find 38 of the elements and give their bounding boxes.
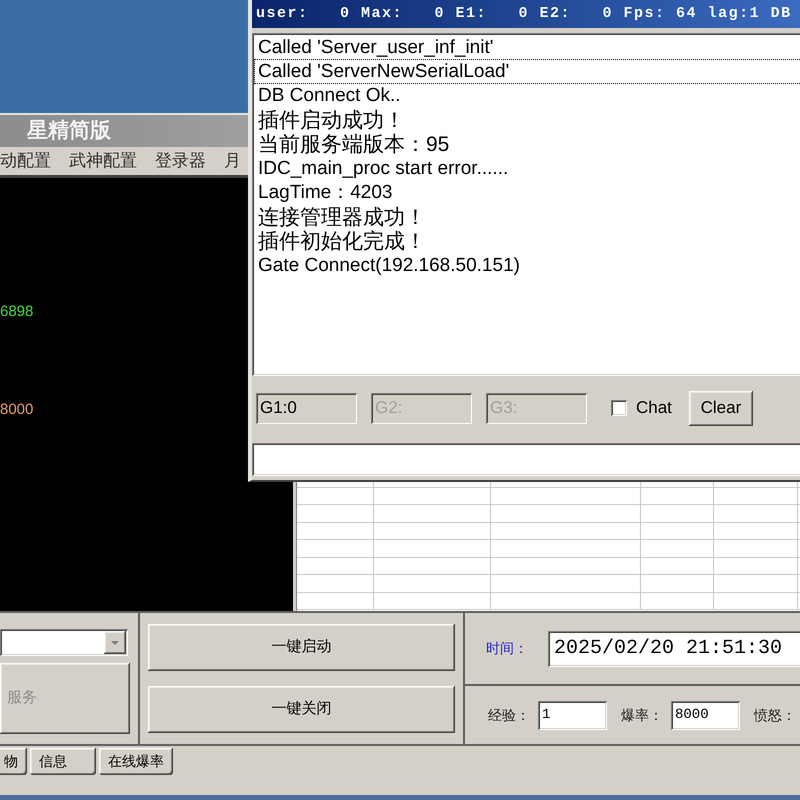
caret-icon (111, 640, 119, 644)
status-text: user: 0 Max: 0 E1: 0 E2: 0 Fps: 64 lag:1 DB (256, 4, 792, 24)
log-entry[interactable]: 当前服务端版本：95 (254, 132, 800, 156)
log-entry[interactable]: 连接管理器成功！ (254, 205, 800, 230)
tab[interactable]: 信息 (30, 748, 96, 775)
log-entry[interactable]: DB Connect Ok.. (254, 84, 800, 108)
log-entry[interactable]: Called 'ServerNewSerialLoad' (254, 59, 800, 84)
console-line: 8000 (0, 401, 34, 419)
chat-checkbox[interactable] (611, 400, 627, 416)
log-entry[interactable]: Called 'Server_user_inf_init' (254, 35, 800, 60)
log-entry[interactable]: 插件初始化完成！ (254, 229, 800, 254)
menu-item[interactable]: 登录器 (155, 148, 206, 174)
rate-label: 愤怒： (754, 706, 796, 724)
tab[interactable]: 在线爆率 (99, 748, 173, 775)
console-line: 6898 (0, 303, 34, 321)
dropdown-field[interactable] (0, 629, 128, 656)
rate-label: 爆率： (621, 706, 663, 724)
window-title: 星精简版 (26, 118, 111, 144)
tab[interactable]: 物 (0, 748, 27, 775)
time-field[interactable]: 2025/02/20 21:51:30 (548, 630, 800, 666)
log-entry[interactable]: 插件启动成功！ (254, 108, 800, 132)
menu-item[interactable]: 月 (224, 148, 241, 174)
log-entry[interactable]: Gate Connect(192.168.50.151) (254, 254, 800, 278)
rate-field[interactable]: 8000 (671, 700, 740, 730)
menu-item[interactable]: 武神配置 (69, 148, 137, 174)
rate-label: 经验： (488, 706, 530, 724)
clear-button[interactable]: Clear (688, 390, 753, 426)
gate-field: G1:0 (256, 392, 357, 424)
rate-field[interactable]: 1 (538, 700, 607, 730)
action-button[interactable]: 一键启动 (148, 624, 455, 671)
input-field[interactable] (252, 443, 800, 476)
dropdown-button[interactable] (104, 631, 126, 654)
log-entry[interactable]: IDC_main_proc start error...... (254, 156, 800, 181)
menu-item[interactable]: 动配置 (0, 148, 51, 174)
log-entry[interactable]: LagTime：4203 (254, 180, 800, 206)
chat-label[interactable]: Chat (636, 395, 672, 421)
action-button[interactable]: 一键关闭 (148, 686, 455, 733)
time-label: 时间： (486, 639, 528, 658)
